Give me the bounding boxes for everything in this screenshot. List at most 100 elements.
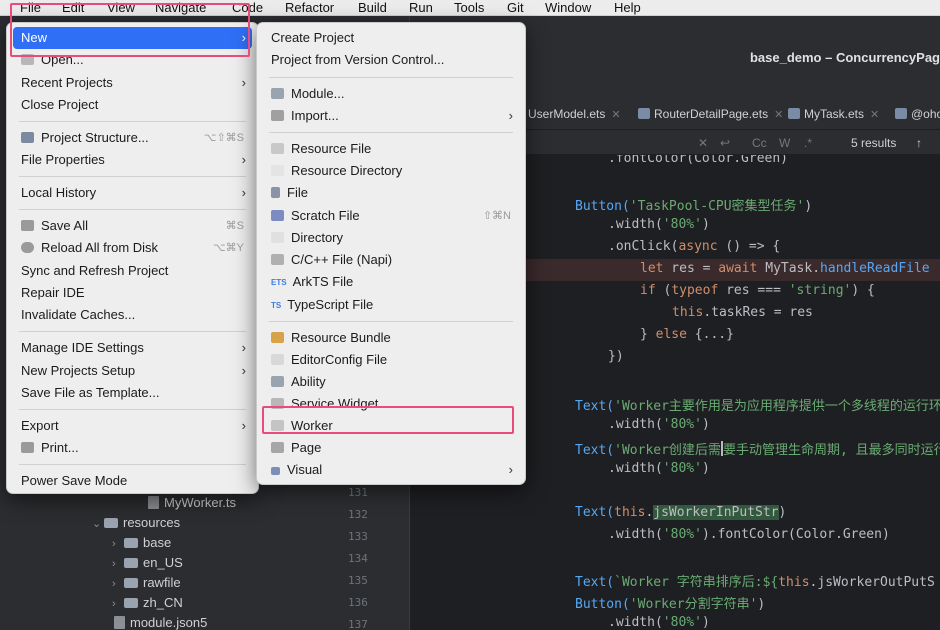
whole-words-toggle[interactable]: W (779, 136, 790, 150)
menu-item-project-from-vcs[interactable]: Project from Version Control... (263, 49, 519, 71)
menu-item-project-structure[interactable]: Project Structure... ⌥⇧⌘S (13, 127, 252, 149)
menu-item-invalidate-caches[interactable]: Invalidate Caches... (13, 304, 252, 326)
previous-occurrence-icon[interactable]: ↑ (916, 136, 922, 150)
menu-separator (19, 409, 246, 410)
tree-item-rawfile[interactable]: › rawfile (112, 575, 181, 590)
menu-refactor[interactable]: Refactor (285, 0, 334, 16)
tree-item-resources[interactable]: ⌄ resources (92, 515, 180, 530)
menu-tools[interactable]: Tools (454, 0, 484, 16)
editor-tabs: UserModel.ets ✕ RouterDetailPage.ets ✕ MyT… (520, 100, 940, 130)
folder-icon (124, 598, 138, 608)
replace-icon[interactable]: ↩ (720, 136, 730, 150)
shortcut-label: ⌘S (225, 220, 244, 232)
close-icon[interactable]: ✕ (870, 109, 879, 121)
menu-item-save-all[interactable]: Save All ⌘S (13, 215, 252, 237)
match-case-toggle[interactable]: Cc (752, 136, 767, 150)
menu-item-print[interactable]: Print... (13, 437, 252, 459)
chevron-right-icon: › (508, 108, 513, 123)
close-icon[interactable]: ✕ (611, 109, 620, 121)
chevron-right-icon: › (241, 152, 246, 167)
menu-item-sync-refresh[interactable]: Sync and Refresh Project (13, 260, 252, 282)
folder-icon (124, 578, 138, 588)
menu-item-directory[interactable]: Directory (263, 227, 519, 249)
typescript-icon: TS (271, 301, 282, 310)
menu-item-typescript-file[interactable]: TS TypeScript File (263, 294, 519, 316)
menu-item-visual[interactable]: Visual › (263, 459, 519, 481)
tab-oho[interactable]: @oho (895, 107, 940, 121)
chevron-right-icon: › (508, 462, 513, 477)
save-icon (21, 220, 34, 231)
menu-item-close-project[interactable]: Close Project (13, 94, 252, 116)
code-line: .width('80%') (608, 615, 710, 630)
chevron-right-icon[interactable]: › (112, 538, 124, 550)
file-icon (638, 108, 650, 119)
menu-item-scratch-file[interactable]: Scratch File ⇧⌘N (263, 205, 519, 227)
highlight-box (262, 406, 514, 434)
menu-item-reload-all[interactable]: Reload All from Disk ⌥⌘Y (13, 237, 252, 259)
menu-item-arkts-file[interactable]: ETS ArkTS File (263, 271, 519, 293)
menu-item-cpp-file[interactable]: C/C++ File (Napi) (263, 249, 519, 271)
menu-window[interactable]: Window (545, 0, 591, 16)
menu-item-recent-projects[interactable]: Recent Projects › (13, 72, 252, 94)
menu-item-file[interactable]: File (263, 182, 519, 204)
chevron-right-icon: › (241, 75, 246, 90)
menu-item-module[interactable]: Module... (263, 83, 519, 105)
menu-item-create-project[interactable]: Create Project (263, 27, 519, 49)
menu-item-manage-ide-settings[interactable]: Manage IDE Settings › (13, 337, 252, 359)
shortcut-label: ⌥⇧⌘S (203, 132, 244, 144)
code-line: } else {...} (640, 327, 734, 342)
menu-git[interactable]: Git (507, 0, 524, 16)
regex-toggle[interactable]: .* (804, 136, 812, 150)
menu-item-page[interactable]: Page (263, 437, 519, 459)
chevron-down-icon[interactable]: ⌄ (92, 517, 104, 530)
scratch-file-icon (271, 210, 284, 221)
code-line: Text(`Worker 字符串排序后:${this.jsWorkerOutPu… (575, 575, 935, 590)
close-icon[interactable]: ✕ (774, 109, 783, 121)
code-line: Button('Worker分割字符串') (575, 597, 766, 612)
tab-routerdetailpage[interactable]: RouterDetailPage.ets ✕ (638, 107, 783, 121)
code-line: Text('Worker主要作用是为应用程序提供一个多线程的运行环 (575, 399, 940, 414)
shortcut-label: ⇧⌘N (482, 210, 511, 222)
code-line: .fontColor(Color.Green) (608, 155, 789, 166)
module-icon (271, 88, 284, 99)
folder-icon (104, 518, 118, 528)
code-line: .width('80%') (608, 461, 710, 476)
tree-item-module-json[interactable]: module.json5 (114, 615, 207, 630)
menu-item-repair-ide[interactable]: Repair IDE (13, 282, 252, 304)
menu-separator (19, 209, 246, 210)
menu-item-power-save-mode[interactable]: Power Save Mode (13, 470, 252, 492)
menu-item-file-properties[interactable]: File Properties › (13, 149, 252, 171)
tree-item-zh-cn[interactable]: › zh_CN (112, 595, 183, 610)
line-number: 133 (348, 530, 368, 543)
chevron-right-icon[interactable]: › (112, 578, 124, 590)
chevron-right-icon: › (241, 418, 246, 433)
menu-item-export[interactable]: Export › (13, 415, 252, 437)
chevron-right-icon: › (241, 185, 246, 200)
tab-mytask[interactable]: MyTask.ets ✕ (788, 107, 879, 121)
menu-item-editorconfig-file[interactable]: EditorConfig File (263, 349, 519, 371)
menu-help[interactable]: Help (614, 0, 641, 16)
tab-usermodel[interactable]: UserModel.ets ✕ (528, 107, 621, 121)
tree-item-en-us[interactable]: › en_US (112, 555, 183, 570)
menu-item-local-history[interactable]: Local History › (13, 182, 252, 204)
menu-item-ability[interactable]: Ability (263, 371, 519, 393)
chevron-right-icon: › (241, 340, 246, 355)
menu-build[interactable]: Build (358, 0, 387, 16)
menu-item-save-file-as-template[interactable]: Save File as Template... (13, 382, 252, 404)
chevron-right-icon[interactable]: › (112, 598, 124, 610)
page-icon (271, 442, 284, 453)
resource-bundle-icon (271, 332, 284, 343)
menu-separator (19, 176, 246, 177)
menu-item-new-projects-setup[interactable]: New Projects Setup › (13, 360, 252, 382)
code-line: this.taskRes = res (672, 305, 813, 320)
tree-item-base[interactable]: › base (112, 535, 171, 550)
line-number: 136 (348, 596, 368, 609)
menu-item-resource-file[interactable]: Resource File (263, 138, 519, 160)
tree-item-myworker[interactable]: MyWorker.ts (148, 495, 236, 510)
chevron-right-icon[interactable]: › (112, 558, 124, 570)
clear-search-icon[interactable]: ✕ (698, 136, 708, 150)
menu-run[interactable]: Run (409, 0, 433, 16)
menu-item-import[interactable]: Import... › (263, 105, 519, 127)
menu-item-resource-bundle[interactable]: Resource Bundle (263, 327, 519, 349)
menu-item-resource-directory[interactable]: Resource Directory (263, 160, 519, 182)
